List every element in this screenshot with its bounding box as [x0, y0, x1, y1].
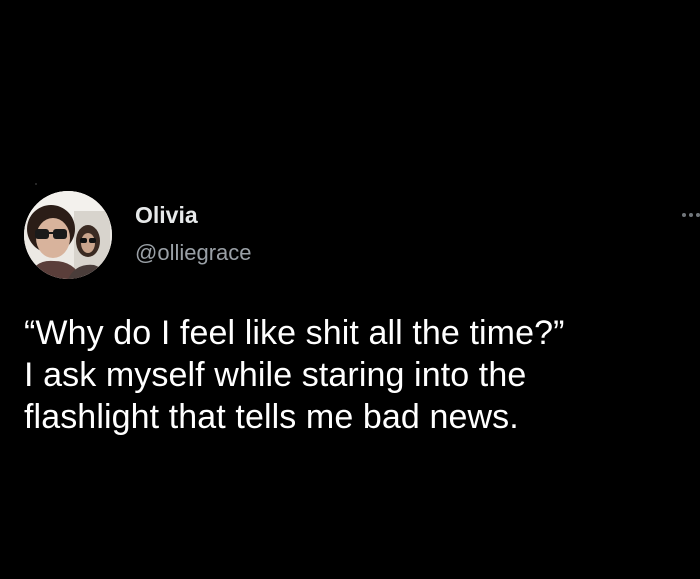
profile-photo-icon — [24, 191, 112, 279]
author-display-name[interactable]: Olivia — [135, 201, 198, 229]
more-options-button[interactable] — [672, 200, 700, 230]
author-handle[interactable]: @olliegrace — [135, 239, 252, 267]
tweet-line: “Why do I feel like shit all the time?” — [24, 314, 565, 352]
more-options-dot — [689, 213, 693, 217]
avatar[interactable] — [24, 191, 112, 279]
more-options-icon — [682, 213, 686, 217]
tweet-line: flashlight that tells me bad news. — [24, 398, 519, 436]
dust-speck — [35, 183, 37, 185]
more-options-dot — [696, 213, 700, 217]
tweet-card: Olivia @olliegrace “Why do I feel like s… — [0, 0, 700, 579]
tweet-text: “Why do I feel like shit all the time?” … — [24, 312, 700, 438]
tweet-line: I ask myself while staring into the — [24, 356, 527, 394]
